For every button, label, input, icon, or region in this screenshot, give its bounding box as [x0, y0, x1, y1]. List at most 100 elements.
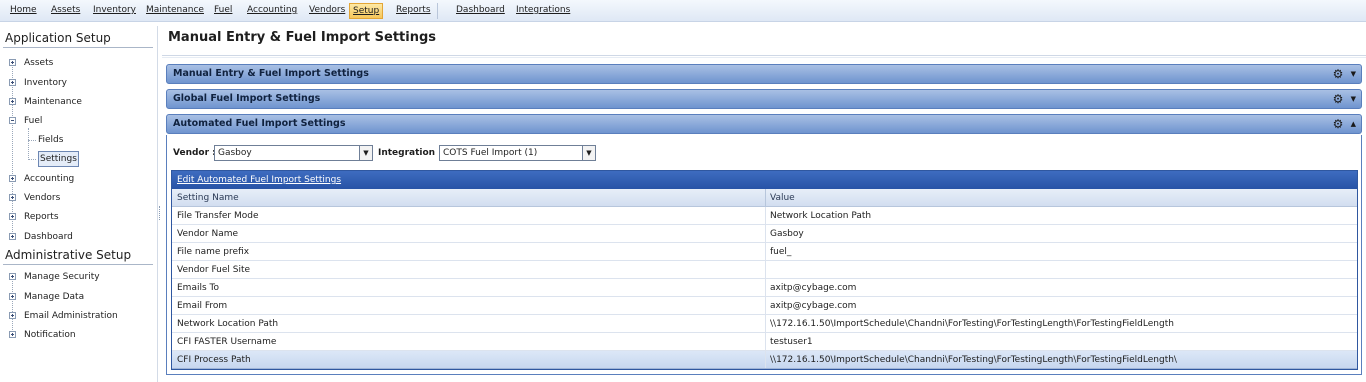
- sidebar-item-accounting[interactable]: Accounting: [0, 172, 150, 186]
- gear-icon[interactable]: ⚙: [1331, 92, 1345, 106]
- sidebar-item-inventory[interactable]: Inventory: [0, 76, 150, 90]
- sidebar-item-assets[interactable]: Assets: [0, 56, 150, 70]
- setting-name-cell: Email From: [177, 301, 228, 311]
- setting-value-cell: \\172.16.1.50\ImportSchedule\Chandni\For…: [770, 319, 1174, 329]
- dropdown-arrow-icon[interactable]: ▼: [582, 146, 595, 160]
- sidebar-item-label: Email Administration: [24, 311, 118, 321]
- table-row[interactable]: Vendor Fuel Site: [172, 261, 1357, 279]
- administrative-setup-heading: Administrative Setup: [5, 248, 132, 262]
- table-row[interactable]: Email From axitp@cybage.com: [172, 297, 1357, 315]
- column-header-setting-name[interactable]: Setting Name: [177, 193, 239, 203]
- table-row[interactable]: File Transfer Mode Network Location Path: [172, 207, 1357, 225]
- table-row[interactable]: Vendor Name Gasboy: [172, 225, 1357, 243]
- sidebar-item-label: Maintenance: [24, 97, 82, 107]
- tree-expander-icon[interactable]: [9, 175, 16, 182]
- menu-inventory[interactable]: Inventory: [90, 3, 139, 19]
- tree-expander-icon[interactable]: [9, 233, 16, 240]
- tree-expander-icon[interactable]: [9, 194, 16, 201]
- menu-setup[interactable]: Setup: [349, 3, 384, 19]
- menu-accounting[interactable]: Accounting: [244, 3, 300, 19]
- table-row[interactable]: File name prefix fuel_: [172, 243, 1357, 261]
- setting-value-cell: testuser1: [770, 337, 813, 347]
- table-row[interactable]: CFI FASTER Username testuser1: [172, 333, 1357, 351]
- chevron-down-icon[interactable]: ▼: [1351, 68, 1356, 80]
- panel-global-fuel-import-header[interactable]: Global Fuel Import Settings ⚙ ▼: [166, 89, 1362, 109]
- tree-expander-icon[interactable]: [9, 213, 16, 220]
- setting-name-cell: File Transfer Mode: [177, 211, 259, 221]
- sidebar-item-label: Manage Security: [24, 272, 100, 282]
- tree-expander-icon[interactable]: [9, 273, 16, 280]
- sidebar-item-label: Vendors: [24, 193, 61, 203]
- tree-expander-icon[interactable]: [9, 59, 16, 66]
- sidebar-item-label: Accounting: [24, 174, 75, 184]
- panel-manual-entry-header[interactable]: Manual Entry & Fuel Import Settings ⚙ ▼: [166, 64, 1362, 84]
- integration-select[interactable]: COTS Fuel Import (1) ▼: [439, 145, 596, 161]
- setting-name-cell: Network Location Path: [177, 319, 279, 329]
- sidebar-item-manage-security[interactable]: Manage Security: [0, 270, 150, 284]
- sidebar-item-manage-data[interactable]: Manage Data: [0, 290, 150, 304]
- dropdown-arrow-icon[interactable]: ▼: [359, 146, 372, 160]
- table-row[interactable]: CFI Process Path \\172.16.1.50\ImportSche…: [172, 351, 1357, 369]
- menu-assets[interactable]: Assets: [48, 3, 83, 19]
- setting-value-cell: axitp@cybage.com: [770, 283, 857, 293]
- application-setup-heading: Application Setup: [5, 31, 111, 45]
- splitter-grip-icon[interactable]: [159, 206, 161, 220]
- table-row[interactable]: Emails To axitp@cybage.com: [172, 279, 1357, 297]
- sidebar-item-fuel-fields[interactable]: Fields: [0, 133, 150, 147]
- vendor-label: Vendor :: [173, 148, 216, 158]
- sidebar-item-label: Dashboard: [24, 232, 73, 242]
- menu-fuel[interactable]: Fuel: [211, 3, 235, 19]
- column-divider: [765, 351, 766, 368]
- menu-reports[interactable]: Reports: [393, 3, 434, 19]
- menu-dashboard[interactable]: Dashboard: [453, 3, 508, 19]
- sidebar-item-maintenance[interactable]: Maintenance: [0, 95, 150, 109]
- sidebar-item-reports[interactable]: Reports: [0, 210, 150, 224]
- setting-value-cell: Gasboy: [770, 229, 804, 239]
- column-divider: [765, 315, 766, 332]
- menu-vendors[interactable]: Vendors: [306, 3, 348, 19]
- sidebar-item-label: Fields: [38, 135, 64, 145]
- section-divider: [3, 264, 153, 265]
- sidebar-item-label: Fuel: [24, 116, 43, 126]
- sidebar-item-dashboard[interactable]: Dashboard: [0, 230, 150, 244]
- panel-title: Global Fuel Import Settings: [173, 93, 321, 104]
- sidebar-item-fuel-settings[interactable]: Settings: [0, 151, 150, 167]
- sidebar-item-label: Notification: [24, 330, 76, 340]
- settings-grid: Edit Automated Fuel Import Settings Sett…: [171, 170, 1358, 370]
- sidebar-item-vendors[interactable]: Vendors: [0, 191, 150, 205]
- sidebar-item-label: Settings: [38, 151, 79, 167]
- tree-expander-icon[interactable]: [9, 98, 16, 105]
- setting-value-cell: \\172.16.1.50\ImportSchedule\Chandni\For…: [770, 355, 1177, 365]
- sidebar-item-notification[interactable]: Notification: [0, 328, 150, 342]
- menu-maintenance[interactable]: Maintenance: [143, 3, 207, 19]
- tree-expander-icon[interactable]: [9, 79, 16, 86]
- grid-caption: Edit Automated Fuel Import Settings: [172, 171, 1357, 189]
- gear-icon[interactable]: ⚙: [1331, 67, 1345, 81]
- gear-icon[interactable]: ⚙: [1331, 117, 1345, 131]
- menu-home[interactable]: Home: [7, 3, 40, 19]
- column-divider: [765, 207, 766, 224]
- column-divider: [765, 225, 766, 242]
- chevron-down-icon[interactable]: ▼: [1351, 93, 1356, 105]
- table-row[interactable]: Network Location Path \\172.16.1.50\Impor…: [172, 315, 1357, 333]
- column-header-value[interactable]: Value: [770, 193, 795, 203]
- sidebar-item-email-administration[interactable]: Email Administration: [0, 309, 150, 323]
- title-divider: [162, 55, 1366, 58]
- sidebar-item-label: Inventory: [24, 78, 67, 88]
- sidebar-splitter[interactable]: [157, 26, 161, 382]
- chevron-up-icon[interactable]: ▲: [1351, 118, 1356, 130]
- panel-automated-fuel-import-header[interactable]: Automated Fuel Import Settings ⚙ ▲: [166, 114, 1362, 134]
- menu-integrations[interactable]: Integrations: [513, 3, 573, 19]
- tree-expander-icon[interactable]: [9, 117, 16, 124]
- tree-expander-icon[interactable]: [9, 331, 16, 338]
- sidebar-item-fuel[interactable]: Fuel: [0, 114, 150, 128]
- tree-expander-icon[interactable]: [9, 293, 16, 300]
- setting-name-cell: Vendor Fuel Site: [177, 265, 251, 275]
- tree-expander-icon[interactable]: [9, 312, 16, 319]
- page-title: Manual Entry & Fuel Import Settings: [168, 30, 437, 45]
- vendor-select-value: Gasboy: [218, 148, 252, 158]
- integration-label: Integration :: [378, 148, 442, 158]
- edit-settings-link[interactable]: Edit Automated Fuel Import Settings: [177, 175, 341, 185]
- setting-value-cell: axitp@cybage.com: [770, 301, 857, 311]
- vendor-select[interactable]: Gasboy ▼: [214, 145, 373, 161]
